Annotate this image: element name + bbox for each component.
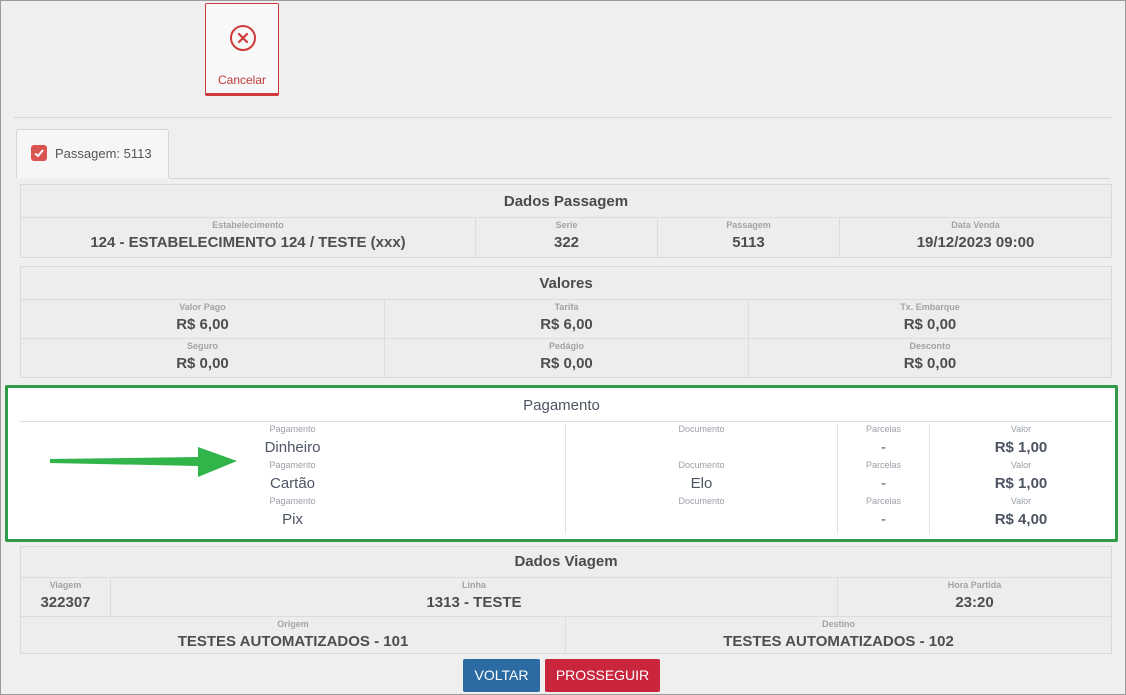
- toolbar-divider: [14, 117, 1112, 118]
- field-viagem: Viagem 322307: [21, 578, 111, 616]
- field-value: R$ 6,00: [176, 316, 229, 333]
- field-value: R$ 0,00: [903, 316, 957, 333]
- field-value: R$ 1,00: [994, 439, 1048, 456]
- field-value: 322307: [40, 594, 91, 611]
- field-label: Parcelas: [865, 496, 901, 506]
- field-value: Pix: [282, 511, 303, 528]
- field-label: Documento: [678, 496, 725, 506]
- back-button[interactable]: VOLTAR: [463, 659, 540, 692]
- field-data-venda: Data Venda 19/12/2023 09:00: [840, 218, 1111, 258]
- field-label: Pagamento: [269, 424, 316, 434]
- field-value: [566, 511, 837, 529]
- panel-title: Valores: [539, 275, 593, 292]
- field-tx-embarque: Tx. Embarque R$ 0,00: [749, 300, 1111, 338]
- field-label: Pagamento: [269, 496, 316, 506]
- field-value: -: [881, 511, 886, 528]
- field-serie: Serie 322: [476, 218, 658, 258]
- field-value: TESTES AUTOMATIZADOS - 101: [177, 633, 409, 650]
- documento-column: Documento Documento Elo Documento: [566, 424, 838, 534]
- field-label: Parcelas: [865, 460, 901, 470]
- field-label: Seguro: [186, 341, 218, 351]
- field-value: R$ 1,00: [994, 475, 1048, 492]
- field-label: Destino: [821, 619, 855, 629]
- close-circle-icon: [230, 25, 256, 51]
- tab-label: Passagem: 5113: [55, 146, 152, 161]
- proceed-button[interactable]: PROSSEGUIR: [545, 659, 660, 692]
- field-label: Estabelecimento: [212, 220, 284, 230]
- field-label: Valor: [1010, 424, 1032, 434]
- field-label: Valor Pago: [179, 302, 226, 312]
- field-destino: Destino TESTES AUTOMATIZADOS - 102: [566, 617, 1111, 653]
- field-origem: Origem TESTES AUTOMATIZADOS - 101: [21, 617, 566, 653]
- field-value: TESTES AUTOMATIZADOS - 102: [723, 633, 954, 650]
- field-value: 5113: [732, 234, 765, 251]
- field-label: Desconto: [909, 341, 951, 351]
- panel-title: Dados Viagem: [514, 553, 618, 570]
- field-pedagio: Pedágio R$ 0,00: [385, 339, 749, 377]
- dados-viagem-panel: Dados Viagem Viagem 322307 Linha 1313 - …: [20, 546, 1112, 654]
- valor-column: Valor R$ 1,00 Valor R$ 1,00 Valor R$ 4,0…: [930, 424, 1112, 534]
- field-label: Serie: [555, 220, 578, 230]
- field-label: Pedágio: [548, 341, 584, 351]
- panel-title: Pagamento: [523, 397, 600, 414]
- field-value: R$ 4,00: [994, 511, 1048, 528]
- field-label: Valor: [1010, 460, 1032, 470]
- field-value: 1313 - TESTE: [426, 594, 522, 611]
- field-passagem: Passagem 5113: [658, 218, 840, 258]
- field-label: Hora Partida: [947, 580, 1002, 590]
- field-label: Data Venda: [951, 220, 1000, 230]
- field-value: 19/12/2023 09:00: [916, 234, 1035, 251]
- field-label: Viagem: [49, 580, 82, 590]
- field-label: Parcelas: [865, 424, 901, 434]
- field-label: Tarifa: [554, 302, 579, 312]
- field-label: Passagem: [726, 220, 771, 230]
- field-hora-partida: Hora Partida 23:20: [838, 578, 1111, 616]
- field-value: R$ 0,00: [903, 355, 957, 372]
- field-value: Elo: [690, 475, 713, 492]
- cancel-button[interactable]: Cancelar: [205, 3, 279, 96]
- field-valor-pago: Valor Pago R$ 6,00: [21, 300, 385, 338]
- field-estabelecimento: Estabelecimento 124 - ESTABELECIMENTO 12…: [21, 218, 476, 258]
- field-label: Documento: [678, 460, 725, 470]
- field-label: Valor: [1010, 496, 1032, 506]
- field-value: R$ 0,00: [540, 355, 593, 372]
- divider: [20, 421, 1112, 422]
- field-value: R$ 0,00: [176, 355, 229, 372]
- field-value: 23:20: [955, 594, 994, 611]
- field-linha: Linha 1313 - TESTE: [111, 578, 838, 616]
- field-label: Documento: [678, 424, 725, 434]
- field-value: -: [881, 475, 886, 492]
- tab-divider: [169, 178, 1110, 179]
- tab-passagem[interactable]: Passagem: 5113: [16, 129, 169, 178]
- field-value: 124 - ESTABELECIMENTO 124 / TESTE (xxx): [90, 234, 406, 251]
- field-seguro: Seguro R$ 0,00: [21, 339, 385, 377]
- checkbox-checked-icon: [31, 145, 47, 161]
- field-desconto: Desconto R$ 0,00: [749, 339, 1111, 377]
- field-label: Linha: [462, 580, 486, 590]
- parcelas-column: Parcelas - Parcelas - Parcelas -: [838, 424, 930, 534]
- valores-panel: Valores Valor Pago R$ 6,00 Tarifa R$ 6,0…: [20, 266, 1112, 378]
- panel-title: Dados Passagem: [503, 193, 629, 210]
- cancel-label: Cancelar: [217, 73, 267, 87]
- field-value: 322: [553, 234, 580, 251]
- field-value: R$ 6,00: [540, 316, 593, 333]
- field-label: Tx. Embarque: [900, 302, 960, 312]
- field-tarifa: Tarifa R$ 6,00: [385, 300, 749, 338]
- field-value: -: [881, 439, 886, 456]
- field-label: Origem: [277, 619, 309, 629]
- field-value: [566, 439, 837, 457]
- arrow-right-icon: [50, 447, 237, 477]
- dados-passagem-panel: Dados Passagem Estabelecimento 124 - EST…: [20, 184, 1112, 258]
